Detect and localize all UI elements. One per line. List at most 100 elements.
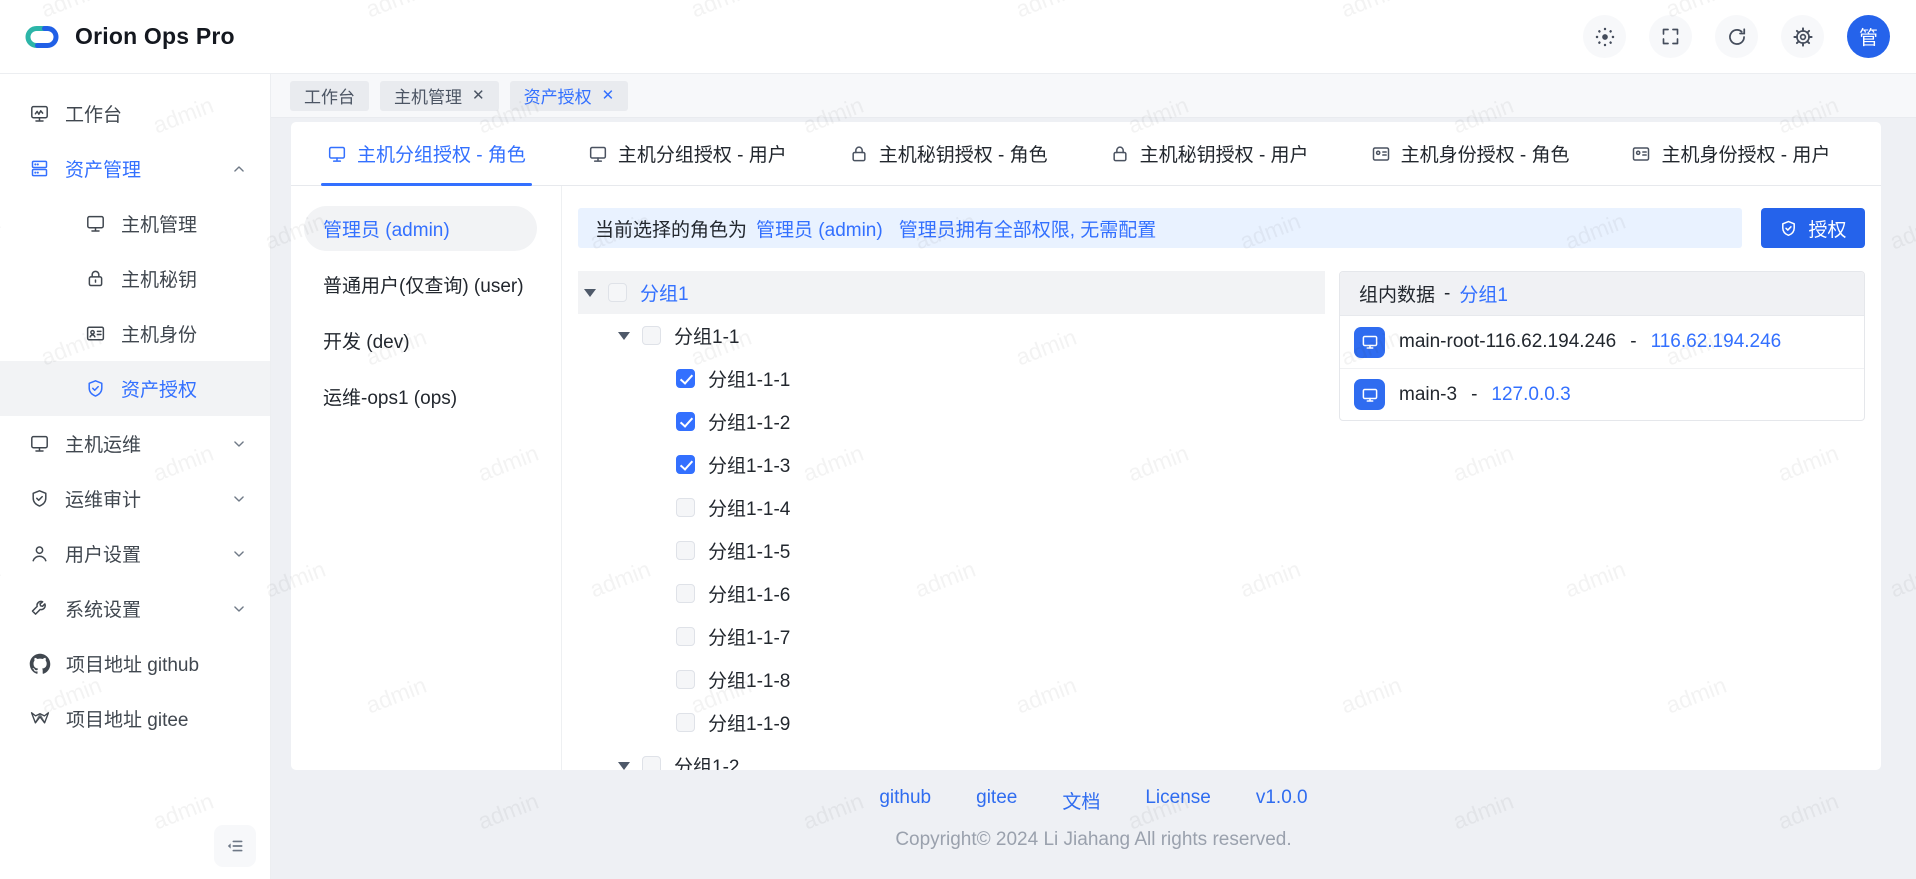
theme-toggle-button[interactable]: [1583, 15, 1626, 58]
user-avatar[interactable]: 管: [1847, 15, 1890, 58]
tree-node-group1-1-7[interactable]: 分组1-1-7: [578, 615, 1325, 658]
sidebar-item-host-identity[interactable]: 主机身份: [0, 306, 270, 361]
tree-node-label: 分组1-1-5: [708, 537, 790, 564]
tab-label: 主机身份授权 - 用户: [1661, 140, 1830, 167]
content-area: 工作台 主机管理 ✕ 资产授权 ✕: [271, 74, 1916, 879]
tree-checkbox-checked[interactable]: [676, 455, 695, 474]
authorize-button-label: 授权: [1808, 215, 1846, 242]
fullscreen-button[interactable]: [1649, 15, 1692, 58]
tree-node-group1-1-2[interactable]: 分组1-1-2: [578, 400, 1325, 443]
caret-down-icon[interactable]: [618, 332, 642, 340]
host-row[interactable]: main-3 - 127.0.0.3: [1340, 368, 1864, 420]
header-actions: 管: [1583, 15, 1890, 58]
tree-node-group1-1-1[interactable]: 分组1-1-1: [578, 357, 1325, 400]
window-tab-asset-auth[interactable]: 资产授权 ✕: [510, 81, 629, 111]
tree-checkbox[interactable]: [676, 713, 695, 732]
sidebar-item-user-settings[interactable]: 用户设置: [0, 526, 270, 581]
host-row[interactable]: main-root-116.62.194.246 - 116.62.194.24…: [1340, 316, 1864, 368]
tree-checkbox[interactable]: [642, 326, 661, 345]
sidebar-item-system-settings[interactable]: 系统设置: [0, 581, 270, 636]
sidebar-item-host-ops[interactable]: 主机运维: [0, 416, 270, 471]
tab-identity-auth-user[interactable]: 主机身份授权 - 用户: [1625, 140, 1836, 185]
footer-link-version[interactable]: v1.0.0: [1256, 787, 1308, 814]
host-monitor-icon: [1354, 327, 1385, 358]
tree-checkbox[interactable]: [676, 670, 695, 689]
tree-checkbox[interactable]: [676, 541, 695, 560]
settings-button[interactable]: [1781, 15, 1824, 58]
panel-title: 组内数据: [1359, 280, 1435, 307]
role-notice-bar: 当前选择的角色为 管理员 (admin) 管理员拥有全部权限, 无需配置: [578, 208, 1742, 248]
sidebar-item-workbench[interactable]: 工作台: [0, 86, 270, 141]
footer-link-license[interactable]: License: [1145, 787, 1211, 814]
id-card-icon: [1371, 144, 1391, 164]
group-tree: 分组1 分组1-1 分组1-1-1: [578, 271, 1325, 770]
close-icon[interactable]: ✕: [472, 88, 485, 103]
footer-link-github[interactable]: github: [879, 787, 931, 814]
sidebar-item-ops-audit[interactable]: 运维审计: [0, 471, 270, 526]
brand: Orion Ops Pro: [22, 17, 235, 57]
caret-down-icon[interactable]: [584, 289, 608, 297]
tree-checkbox[interactable]: [608, 283, 627, 302]
tab-group-auth-role[interactable]: 主机分组授权 - 角色: [321, 140, 532, 185]
tree-node-group1-2[interactable]: 分组1-2: [578, 744, 1325, 770]
sidebar-item-label: 资产管理: [65, 155, 141, 182]
sidebar-item-gitee[interactable]: 项目地址 gitee: [0, 691, 270, 746]
tree-checkbox[interactable]: [642, 756, 661, 770]
footer-link-docs[interactable]: 文档: [1062, 787, 1100, 814]
tab-label: 主机秘钥授权 - 角色: [879, 140, 1048, 167]
caret-down-icon[interactable]: [618, 762, 642, 770]
authorize-button[interactable]: 授权: [1761, 208, 1865, 248]
monitor-icon: [588, 144, 608, 164]
role-label: 普通用户(仅查询) (user): [323, 271, 524, 298]
tree-node-group1-1-6[interactable]: 分组1-1-6: [578, 572, 1325, 615]
footer-link-gitee[interactable]: gitee: [976, 787, 1017, 814]
sidebar-item-host-manage[interactable]: 主机管理: [0, 196, 270, 251]
window-tab-label: 主机管理: [394, 83, 462, 108]
tree-node-label: 分组1-1-3: [708, 451, 790, 478]
sidebar-item-asset-auth[interactable]: 资产授权: [0, 361, 270, 416]
lock-icon: [849, 144, 869, 164]
tree-checkbox-checked[interactable]: [676, 412, 695, 431]
tree-checkbox-checked[interactable]: [676, 369, 695, 388]
authorization-panel: 当前选择的角色为 管理员 (admin) 管理员拥有全部权限, 无需配置: [562, 186, 1881, 770]
tree-checkbox[interactable]: [676, 627, 695, 646]
window-tab-label: 工作台: [304, 83, 355, 108]
tree-node-label: 分组1-1-1: [708, 365, 790, 392]
page-footer: github gitee 文档 License v1.0.0 Copyright…: [271, 770, 1916, 879]
close-icon[interactable]: ✕: [602, 88, 615, 103]
refresh-button[interactable]: [1715, 15, 1758, 58]
tab-group-auth-user[interactable]: 主机分组授权 - 用户: [582, 140, 793, 185]
window-tab-host-manage[interactable]: 主机管理 ✕: [380, 81, 499, 111]
monitor-icon: [85, 213, 106, 234]
role-item-dev[interactable]: 开发 (dev): [304, 318, 537, 363]
tree-node-label: 分组1-1: [674, 322, 739, 349]
notice-prefix: 当前选择的角色为: [595, 215, 747, 242]
tree-node-group1-1-9[interactable]: 分组1-1-9: [578, 701, 1325, 744]
tree-node-group1-1-5[interactable]: 分组1-1-5: [578, 529, 1325, 572]
tab-key-auth-role[interactable]: 主机秘钥授权 - 角色: [843, 140, 1054, 185]
tree-node-group1-1-4[interactable]: 分组1-1-4: [578, 486, 1325, 529]
tree-checkbox[interactable]: [676, 498, 695, 517]
tab-key-auth-user[interactable]: 主机秘钥授权 - 用户: [1104, 140, 1315, 185]
role-item-user[interactable]: 普通用户(仅查询) (user): [304, 262, 537, 307]
role-item-admin[interactable]: 管理员 (admin): [304, 206, 537, 251]
host-ip: 127.0.0.3: [1491, 384, 1570, 406]
tab-identity-auth-role[interactable]: 主机身份授权 - 角色: [1365, 140, 1576, 185]
window-tab-workbench[interactable]: 工作台: [290, 81, 369, 111]
tree-node-group1-1-8[interactable]: 分组1-1-8: [578, 658, 1325, 701]
window-tab-label: 资产授权: [524, 83, 592, 108]
sidebar-item-host-keys[interactable]: 主机秘钥: [0, 251, 270, 306]
avatar-text: 管: [1859, 23, 1878, 50]
tree-node-group1-1[interactable]: 分组1-1: [578, 314, 1325, 357]
chevron-down-icon: [232, 602, 246, 616]
tree-node-group1[interactable]: 分组1: [578, 271, 1325, 314]
sidebar-collapse-button[interactable]: [214, 825, 256, 867]
app-window: Orion Ops Pro: [0, 0, 1916, 879]
sidebar-item-assets[interactable]: 资产管理: [0, 141, 270, 196]
gear-icon: [1792, 26, 1814, 48]
tree-checkbox[interactable]: [676, 584, 695, 603]
role-item-ops[interactable]: 运维-ops1 (ops): [304, 374, 537, 419]
sidebar-item-github[interactable]: 项目地址 github: [0, 636, 270, 691]
tree-node-group1-1-3[interactable]: 分组1-1-3: [578, 443, 1325, 486]
gitee-wings-icon: [29, 708, 51, 730]
